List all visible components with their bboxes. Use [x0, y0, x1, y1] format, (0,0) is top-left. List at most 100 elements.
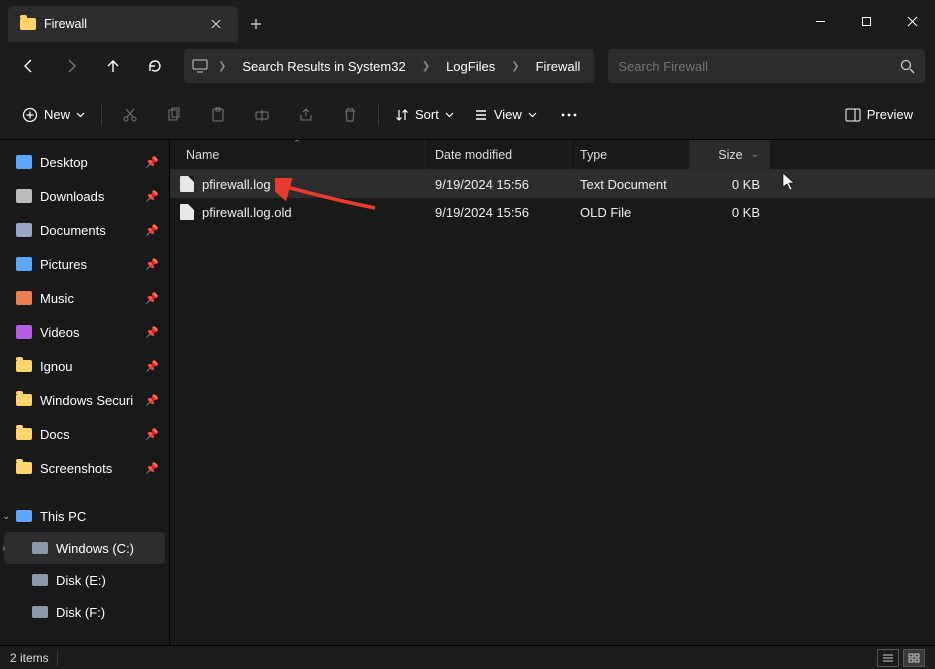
status-bar: 2 items: [0, 645, 935, 669]
file-icon: [180, 176, 194, 192]
sidebar-item-documents[interactable]: Documents 📌: [4, 214, 165, 246]
preview-button-label: Preview: [867, 107, 913, 122]
chevron-right-icon[interactable]: ›: [2, 543, 5, 554]
file-row[interactable]: pfirewall.log.old9/19/2024 15:56OLD File…: [170, 198, 935, 226]
sidebar-item-label: Documents: [40, 223, 106, 238]
sidebar-item-label: This PC: [40, 509, 86, 524]
search-box[interactable]: [608, 49, 925, 83]
sidebar-item-drive[interactable]: Disk (E:): [4, 564, 165, 596]
disk-icon: [32, 542, 48, 554]
back-button[interactable]: [10, 48, 48, 84]
view-button[interactable]: View: [466, 98, 545, 132]
sidebar-item-label: Disk (F:): [56, 605, 105, 620]
chevron-right-icon[interactable]: ❯: [416, 61, 436, 72]
main-area: Desktop📌Downloads📌Documents📌Pictures📌Mus…: [0, 140, 935, 645]
sidebar-item-ignou[interactable]: Ignou📌: [4, 350, 165, 382]
folder-icon: [16, 462, 32, 474]
sidebar-item-downloads[interactable]: Downloads📌: [4, 180, 165, 212]
file-icon: [180, 204, 194, 220]
sidebar-item-docs[interactable]: Docs📌: [4, 418, 165, 450]
sidebar-item-drive[interactable]: ›Windows (C:): [4, 532, 165, 564]
folder-icon: [16, 360, 32, 372]
folder-icon: [16, 428, 32, 440]
chevron-right-icon[interactable]: ❯: [212, 61, 232, 72]
sidebar-item-label: Pictures: [40, 257, 87, 272]
pin-icon: 📌: [145, 394, 159, 407]
more-button[interactable]: [549, 98, 589, 132]
cut-button[interactable]: [110, 98, 150, 132]
search-input[interactable]: [618, 59, 900, 74]
chevron-down-icon[interactable]: ⌄: [2, 511, 10, 522]
window-tab[interactable]: Firewall: [8, 6, 238, 42]
navigation-pane[interactable]: Desktop📌Downloads📌Documents📌Pictures📌Mus…: [0, 140, 170, 645]
breadcrumb-segment[interactable]: Search Results in System32: [236, 55, 411, 78]
disk-icon: [32, 606, 48, 618]
navigation-bar: ❯ Search Results in System32 ❯ LogFiles …: [0, 42, 935, 90]
column-header-size[interactable]: Size⌄: [690, 140, 770, 169]
title-bar: Firewall: [0, 0, 935, 42]
delete-button[interactable]: [330, 98, 370, 132]
sort-indicator-icon: ⌃: [293, 140, 301, 149]
address-bar[interactable]: ❯ Search Results in System32 ❯ LogFiles …: [184, 49, 594, 83]
sidebar-item-pictures[interactable]: Pictures 📌: [4, 248, 165, 280]
pin-icon: 📌: [145, 224, 159, 237]
pin-icon: 📌: [145, 428, 159, 441]
window-controls: [797, 0, 935, 42]
sidebar-item-label: Downloads: [40, 189, 104, 204]
column-header-type[interactable]: Type: [570, 140, 690, 169]
close-window-button[interactable]: [889, 0, 935, 42]
new-button[interactable]: New: [14, 98, 93, 132]
share-button[interactable]: [286, 98, 326, 132]
sidebar-item-windows-securi[interactable]: Windows Securi📌: [4, 384, 165, 416]
folder-icon: [20, 18, 36, 30]
copy-button[interactable]: [154, 98, 194, 132]
column-header-name[interactable]: ⌃Name: [170, 140, 425, 169]
file-row[interactable]: pfirewall.log9/19/2024 15:56Text Documen…: [170, 170, 935, 198]
pin-icon: 📌: [145, 156, 159, 169]
column-header-date[interactable]: Date modified: [425, 140, 570, 169]
minimize-button[interactable]: [797, 0, 843, 42]
close-tab-button[interactable]: [204, 12, 228, 36]
paste-button[interactable]: [198, 98, 238, 132]
pin-icon: 📌: [145, 326, 159, 339]
search-icon[interactable]: [900, 59, 915, 74]
sidebar-item-screenshots[interactable]: Screenshots📌: [4, 452, 165, 484]
sidebar-item-this-pc[interactable]: ⌄ This PC: [4, 500, 165, 532]
breadcrumb-segment[interactable]: LogFiles: [440, 55, 501, 78]
rename-button[interactable]: [242, 98, 282, 132]
preview-pane-button[interactable]: Preview: [837, 98, 921, 132]
file-list[interactable]: ⌃NameDate modifiedTypeSize⌄ pfirewall.lo…: [170, 140, 935, 645]
separator: [101, 104, 102, 126]
tab-title: Firewall: [44, 17, 196, 31]
view-button-label: View: [494, 107, 522, 122]
forward-button[interactable]: [52, 48, 90, 84]
new-tab-button[interactable]: [238, 6, 274, 42]
disk-icon: [32, 574, 48, 586]
file-size: 0 KB: [690, 205, 770, 220]
file-type: Text Document: [570, 177, 690, 192]
sort-button[interactable]: Sort: [387, 98, 462, 132]
desktop-icon: [16, 155, 32, 169]
new-button-label: New: [44, 107, 70, 122]
command-bar: New Sort View Preview: [0, 90, 935, 140]
pin-icon: 📌: [145, 258, 159, 271]
dropdown-icon[interactable]: ⌄: [751, 149, 759, 160]
sidebar-item-label: Videos: [40, 325, 80, 340]
breadcrumb-segment[interactable]: Firewall: [530, 55, 587, 78]
up-button[interactable]: [94, 48, 132, 84]
column-headers: ⌃NameDate modifiedTypeSize⌄: [170, 140, 935, 170]
details-view-toggle[interactable]: [877, 649, 899, 667]
maximize-button[interactable]: [843, 0, 889, 42]
sidebar-item-label: Ignou: [40, 359, 73, 374]
chevron-right-icon[interactable]: ❯: [505, 61, 525, 72]
sidebar-item-label: Screenshots: [40, 461, 112, 476]
refresh-button[interactable]: [136, 48, 174, 84]
thumbnails-view-toggle[interactable]: [903, 649, 925, 667]
sidebar-item-drive[interactable]: Disk (F:): [4, 596, 165, 628]
sidebar-item-videos[interactable]: Videos 📌: [4, 316, 165, 348]
sidebar-item-music[interactable]: Music📌: [4, 282, 165, 314]
sidebar-item-desktop[interactable]: Desktop📌: [4, 146, 165, 178]
sidebar-item-label: Music: [40, 291, 74, 306]
separator: [57, 651, 58, 665]
folder-icon: [16, 394, 32, 406]
